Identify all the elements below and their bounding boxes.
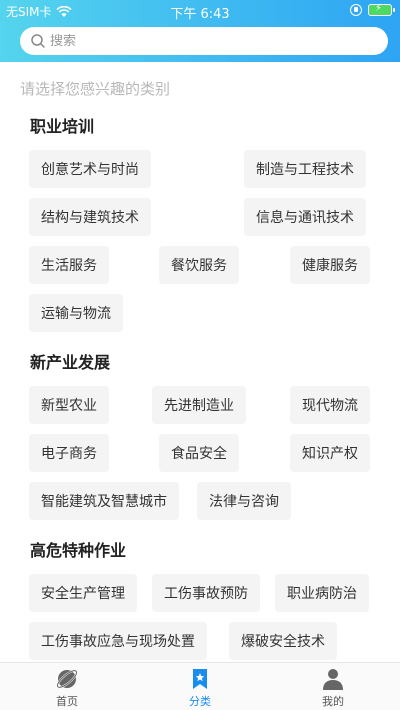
tag-occupational-disease[interactable]: 职业病防治 [275,574,369,612]
header: 无SIM卡 下午 6:43 ⚡ [0,0,400,62]
section-title-high-risk-operations: 高危特种作业 [30,541,127,560]
rotation-lock-icon [350,4,362,16]
tag-blasting-safety[interactable]: 爆破安全技术 [229,622,337,660]
tab-profile[interactable]: 我的 [283,663,383,710]
search-bar[interactable] [20,27,388,55]
search-input[interactable] [50,33,350,49]
category-hint: 请选择您感兴趣的类别 [20,80,171,98]
tag-structure-construction[interactable]: 结构与建筑技术 [29,198,151,236]
tag-law-consulting[interactable]: 法律与咨询 [197,482,291,520]
tab-profile-label: 我的 [322,695,344,708]
tag-injury-emergency-response[interactable]: 工伤事故应急与现场处置 [29,622,207,660]
bookmark-star-icon [193,669,207,689]
tag-catering-services[interactable]: 餐饮服务 [159,246,239,284]
tag-smart-building-city[interactable]: 智能建筑及智慧城市 [29,482,179,520]
tag-food-safety[interactable]: 食品安全 [159,434,239,472]
tag-new-agriculture[interactable]: 新型农业 [29,386,109,424]
tag-intellectual-property[interactable]: 知识产权 [290,434,370,472]
tag-injury-prevention[interactable]: 工伤事故预防 [152,574,260,612]
tag-information-communication[interactable]: 信息与通讯技术 [244,198,366,236]
tag-safety-production-management[interactable]: 安全生产管理 [29,574,137,612]
status-bar: 无SIM卡 下午 6:43 ⚡ [0,0,400,22]
user-icon [323,669,343,690]
status-time: 下午 6:43 [170,7,230,22]
tag-life-services[interactable]: 生活服务 [29,246,109,284]
tag-creative-arts-fashion[interactable]: 创意艺术与时尚 [29,150,151,188]
tab-home[interactable]: 首页 [17,663,117,710]
status-right: ⚡ [350,3,395,16]
section-title-new-industry: 新产业发展 [30,353,111,372]
battery-icon: ⚡ [368,3,395,16]
charging-bolt-icon: ⚡ [375,3,383,14]
search-icon [31,34,45,48]
tag-e-commerce[interactable]: 电子商务 [29,434,109,472]
tab-category[interactable]: 分类 [150,663,250,710]
planet-icon [56,669,78,689]
tag-advanced-manufacturing[interactable]: 先进制造业 [152,386,246,424]
tab-home-label: 首页 [56,695,78,708]
tab-bar: 首页 分类 我的 [0,662,400,710]
section-title-vocational-training: 职业培训 [30,117,95,136]
tag-modern-logistics[interactable]: 现代物流 [290,386,370,424]
tag-manufacturing-engineering[interactable]: 制造与工程技术 [244,150,366,188]
tag-transport-logistics[interactable]: 运输与物流 [29,294,123,332]
tab-category-label: 分类 [189,695,211,708]
tag-health-services[interactable]: 健康服务 [290,246,370,284]
